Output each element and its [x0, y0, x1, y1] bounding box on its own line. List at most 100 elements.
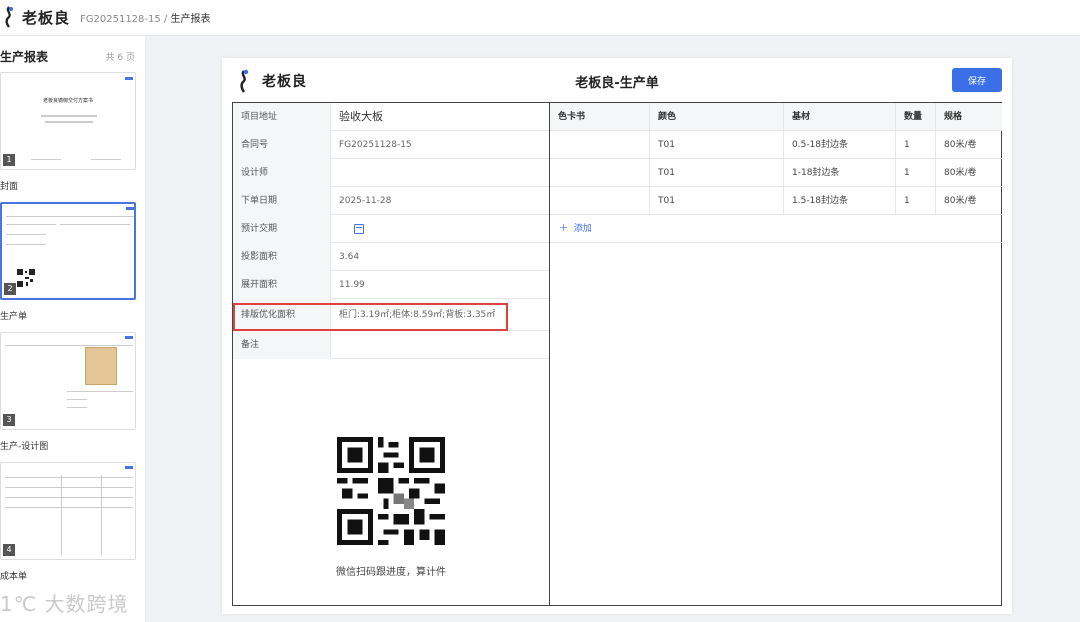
- info-row-contract-no: 合同号 FG20251128-15: [233, 131, 549, 159]
- breadcrumb-order-id[interactable]: FG20251128-15: [80, 14, 161, 25]
- table-row[interactable]: T01 0.5-18封边条 1 80米/卷: [550, 131, 1002, 159]
- info-row-project-address: 项目地址 验收大板: [233, 103, 549, 131]
- cell-material[interactable]: 1.5-18封边条: [784, 187, 896, 215]
- info-row-expected-delivery: 预计交期: [233, 215, 549, 243]
- col-header-color: 颜色: [650, 103, 784, 131]
- sidebar-title: 生产报表: [0, 50, 49, 64]
- thumb-page-number: 2: [4, 283, 16, 295]
- cell-color-book[interactable]: [550, 159, 650, 187]
- thumb-caption: 生产-设计图: [0, 442, 49, 452]
- col-header-spec: 规格: [944, 112, 963, 122]
- cell-material[interactable]: 0.5-18封边条: [784, 131, 896, 159]
- cell-spec[interactable]: 80米/卷: [936, 131, 1002, 159]
- info-row-remarks: 备注: [233, 331, 549, 359]
- info-label: 投影面积: [233, 243, 331, 271]
- info-row-unfolded-area: 展开面积 11.99: [233, 271, 549, 299]
- info-label: 合同号: [233, 131, 331, 159]
- add-row-area: [550, 215, 1002, 243]
- thumb-decor: [6, 224, 56, 225]
- qr-code-icon: [337, 437, 445, 545]
- info-label: 展开面积: [233, 271, 331, 299]
- breadcrumb-separator: /: [160, 14, 171, 25]
- thumb-decor: [126, 207, 134, 210]
- calendar-icon[interactable]: [354, 224, 364, 234]
- cell-quantity[interactable]: 1: [896, 159, 936, 187]
- col-header-color-book: 色卡书: [550, 103, 650, 131]
- thumb-decor: [91, 159, 121, 160]
- material-table-header: 色卡书 颜色 基材 数量 规格: [550, 103, 1002, 131]
- thumb-caption: 成本单: [0, 572, 28, 582]
- info-row-projected-area: 投影面积 3.64: [233, 243, 549, 271]
- thumb-decor: [45, 121, 93, 123]
- plus-icon: ＋: [559, 224, 569, 234]
- page-thumbnail-1[interactable]: 老板良铸御交付方案书 1: [0, 72, 136, 170]
- breadcrumb-current: 生产报表: [170, 14, 211, 25]
- info-value[interactable]: 2025-11-28: [339, 187, 391, 215]
- info-value[interactable]: 3.64: [339, 243, 359, 271]
- thumb-decor: [61, 475, 62, 555]
- col-header-material: 基材: [784, 103, 896, 131]
- thumb-decor: [67, 391, 133, 392]
- info-value[interactable]: 11.99: [339, 271, 365, 299]
- logo-icon: [5, 6, 13, 28]
- cell-color-book[interactable]: [550, 187, 650, 215]
- table-row[interactable]: T01 1-18封边条 1 80米/卷: [550, 159, 1002, 187]
- add-row-label: 添加: [573, 224, 592, 234]
- cell-quantity[interactable]: 1: [896, 131, 936, 159]
- thumb-decor: [60, 224, 130, 225]
- thumb-qr-icon: [16, 268, 36, 288]
- cell-material[interactable]: 1-18封边条: [784, 159, 896, 187]
- thumb-decor: [31, 159, 61, 160]
- thumb-page-number: 3: [3, 414, 15, 426]
- page-thumbnail-4[interactable]: 4: [0, 462, 136, 560]
- info-label: 项目地址: [233, 103, 331, 131]
- cell-spec[interactable]: 80米/卷: [936, 159, 1002, 187]
- cell-color[interactable]: T01: [650, 159, 784, 187]
- thumb-page-number: 1: [3, 154, 15, 166]
- doc-title: 老板良-生产单: [575, 76, 659, 91]
- thumb-decor: [101, 475, 102, 555]
- top-bar: 老板良 FG20251128-15 / 生产报表: [0, 0, 1080, 36]
- info-label: 预计交期: [233, 215, 331, 243]
- cell-color[interactable]: T01: [650, 187, 784, 215]
- app-logo-text: 老板良: [22, 9, 71, 27]
- cell-spec[interactable]: 80米/卷: [936, 187, 1002, 215]
- table-row[interactable]: T01 1.5-18封边条 1 80米/卷: [550, 187, 1002, 215]
- thumb-decor: [6, 244, 46, 245]
- thumb-decor: [67, 407, 87, 408]
- page-thumbnail-sidebar: 生产报表 共 6 页 老板良铸御交付方案书 1 封面 2 生产单 3 生产-设计…: [0, 36, 146, 622]
- breadcrumb: FG20251128-15 / 生产报表: [80, 10, 210, 25]
- add-row-button[interactable]: ＋ 添加: [559, 221, 592, 234]
- page-thumbnail-3[interactable]: 3: [0, 332, 136, 430]
- order-frame: 项目地址 验收大板 合同号 FG20251128-15 设计师 下单日期 202…: [232, 102, 1002, 606]
- info-label: 设计师: [233, 159, 331, 187]
- qr-caption: 微信扫码跟进度，算计件: [336, 567, 446, 578]
- watermark: 1℃ 大数跨境: [0, 592, 129, 616]
- cell-quantity[interactable]: 1: [896, 187, 936, 215]
- cell-color-book[interactable]: [550, 131, 650, 159]
- thumb-caption: 封面: [0, 182, 19, 192]
- info-value[interactable]: 验收大板: [339, 103, 383, 131]
- info-label: 下单日期: [233, 187, 331, 215]
- page-thumbnail-2[interactable]: 2: [0, 202, 136, 300]
- production-order-document: 老板良 老板良-生产单 保存 项目地址 验收大板 合同号 FG20251128-…: [222, 58, 1012, 614]
- thumb-decor: [5, 345, 133, 346]
- cell-color[interactable]: T01: [650, 131, 784, 159]
- thumb-cover-title: 老板良铸御交付方案书: [42, 98, 93, 104]
- thumb-caption: 生产单: [0, 312, 28, 322]
- save-button[interactable]: 保存: [952, 68, 1002, 92]
- thumb-cabinet-drawing: [85, 347, 117, 385]
- thumb-decor: [6, 234, 46, 235]
- thumb-decor: [41, 115, 97, 117]
- thumb-decor: [125, 77, 133, 80]
- info-value[interactable]: FG20251128-15: [339, 131, 412, 159]
- thumb-decor: [5, 487, 133, 488]
- thumb-decor: [5, 507, 133, 508]
- thumb-decor: [125, 466, 133, 469]
- highlight-box: [233, 303, 508, 331]
- info-label: 备注: [233, 331, 331, 359]
- thumb-page-number: 4: [3, 544, 15, 556]
- col-header-quantity: 数量: [896, 103, 936, 131]
- thumb-decor: [6, 216, 134, 217]
- thumb-decor: [5, 477, 133, 478]
